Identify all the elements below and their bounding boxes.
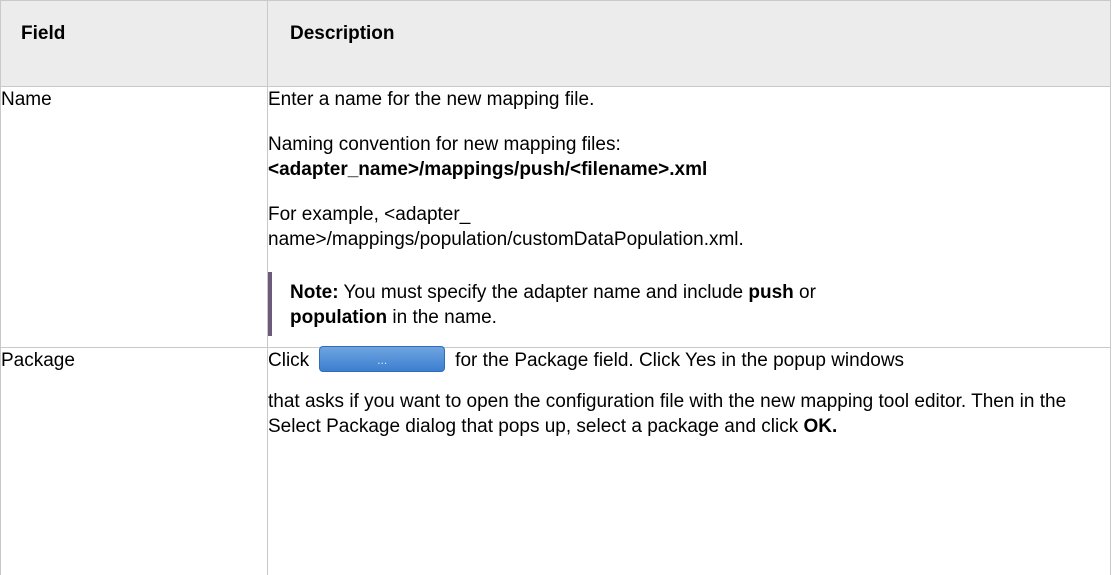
field-description-table: Field Description Name Enter a name for … bbox=[0, 0, 1111, 575]
click-text: Click bbox=[268, 350, 310, 371]
field-name-cell: Name bbox=[0, 86, 268, 348]
table-row: Name Enter a name for the new mapping fi… bbox=[0, 86, 1111, 348]
name-instruction: Enter a name for the new mapping file. bbox=[268, 89, 595, 110]
table-header-row: Field Description bbox=[0, 0, 1111, 87]
note-bold-population: population bbox=[290, 307, 388, 328]
note-text-1: You must specify the adapter name and in… bbox=[338, 282, 749, 303]
package-dialog-instruction: that asks if you want to open the config… bbox=[268, 389, 1110, 439]
description-cell: Enter a name for the new mapping file. N… bbox=[267, 86, 1111, 348]
note-text-2: or bbox=[793, 282, 816, 303]
field-package-cell: Package bbox=[0, 347, 268, 575]
table-row: Package Click... for the Package field. C… bbox=[0, 345, 1111, 575]
header-description: Description bbox=[267, 0, 1111, 87]
description-cell: Click... for the Package field. Click Yes… bbox=[267, 345, 1111, 575]
naming-convention-pattern: <adapter_name>/mappings/push/<filename>.… bbox=[268, 159, 708, 180]
package-dialog-text: that asks if you want to open the config… bbox=[268, 391, 1067, 437]
header-field: Field bbox=[0, 0, 268, 87]
note-box: Note: You must specify the adapter name … bbox=[268, 272, 1110, 336]
note-bold-push: push bbox=[748, 282, 794, 303]
note-text-3: in the name. bbox=[387, 307, 497, 328]
note-label: Note: bbox=[290, 282, 339, 303]
browse-package-button[interactable]: ... bbox=[319, 345, 446, 372]
naming-convention-label: Naming convention for new mapping files: bbox=[268, 134, 621, 155]
ok-label: OK. bbox=[803, 416, 838, 437]
example-line1: For example, <adapter_ bbox=[268, 204, 471, 225]
after-button-text: for the Package field. Click Yes in the … bbox=[455, 350, 905, 371]
example-line2: name>/mappings/population/customDataPopu… bbox=[268, 229, 744, 250]
naming-convention: Naming convention for new mapping files:… bbox=[268, 132, 1110, 182]
naming-example: For example, <adapter_ name>/mappings/po… bbox=[268, 202, 1110, 252]
package-instruction: Click... for the Package field. Click Yes… bbox=[268, 345, 1110, 373]
